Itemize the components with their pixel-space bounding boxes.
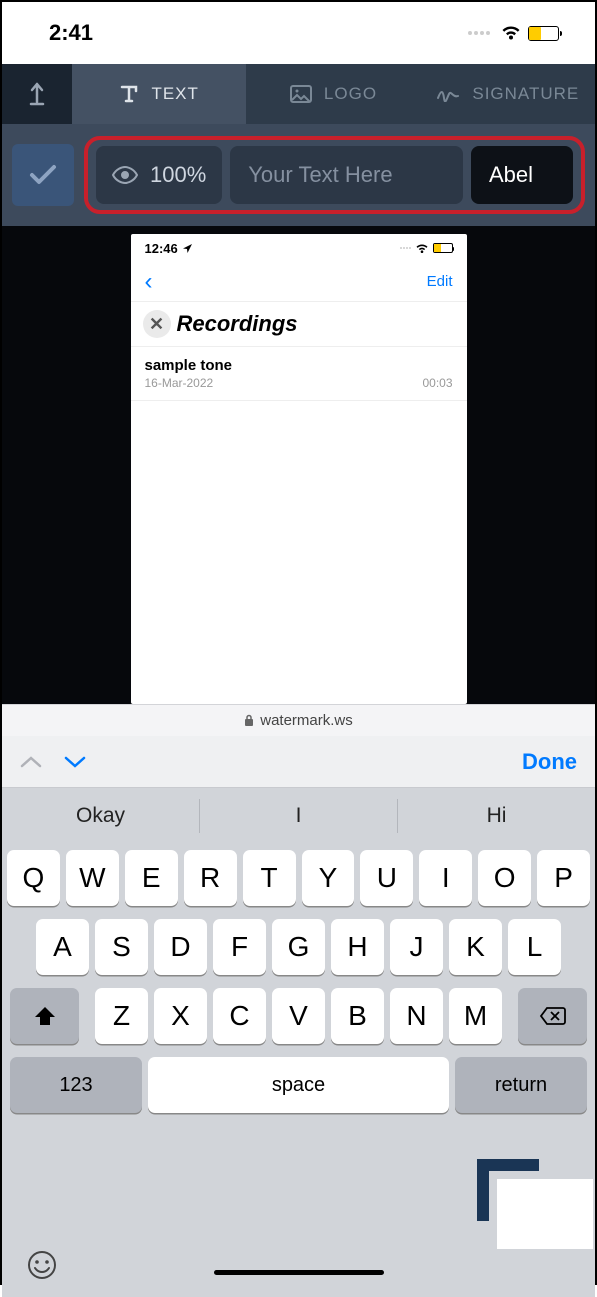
- key-backspace[interactable]: [518, 988, 587, 1044]
- key-j[interactable]: J: [390, 919, 443, 975]
- keyboard-row-1: Q W E R T Y U I O P: [7, 850, 590, 906]
- status-indicators: [468, 25, 559, 41]
- key-v[interactable]: V: [272, 988, 325, 1044]
- cell-signal-icon: [468, 31, 490, 35]
- browser-url-bar[interactable]: watermark.ws: [2, 704, 595, 736]
- preview-wifi-icon: [415, 243, 429, 254]
- highlighted-toolbar: 100% Your Text Here Abel: [84, 136, 585, 214]
- confirm-button[interactable]: [12, 144, 74, 206]
- watermark-text-input[interactable]: Your Text Here: [230, 146, 463, 204]
- eye-icon: [112, 166, 138, 184]
- key-shift[interactable]: [10, 988, 79, 1044]
- preview-time: 12:46: [145, 241, 178, 256]
- url-domain: watermark.ws: [260, 712, 353, 729]
- preview-item-date: 16-Mar-2022: [145, 376, 233, 390]
- emoji-icon[interactable]: [26, 1249, 58, 1281]
- close-icon: ✕: [143, 310, 171, 338]
- back-arrow-icon: [27, 82, 47, 106]
- preview-image: 12:46 ‹ Edit ✕ Recordings sample tone 16…: [131, 234, 467, 704]
- wifi-icon: [500, 25, 522, 41]
- text-placeholder: Your Text Here: [248, 162, 392, 188]
- suggestion-3[interactable]: Hi: [398, 799, 595, 833]
- key-b[interactable]: B: [331, 988, 384, 1044]
- image-icon: [290, 85, 312, 103]
- key-y[interactable]: Y: [302, 850, 355, 906]
- key-i[interactable]: I: [419, 850, 472, 906]
- key-123[interactable]: 123: [10, 1057, 142, 1113]
- tab-text-label: TEXT: [151, 84, 198, 104]
- keyboard-suggestions: Okay I Hi: [2, 788, 595, 844]
- key-a[interactable]: A: [36, 919, 89, 975]
- preview-edit-label: Edit: [427, 273, 453, 290]
- preview-back-icon: ‹: [145, 268, 153, 296]
- text-toolbar: 100% Your Text Here Abel: [2, 124, 595, 226]
- keyboard-row-2: A S D F G H J K L: [7, 919, 590, 975]
- key-w[interactable]: W: [66, 850, 119, 906]
- preview-battery-icon: [433, 243, 453, 253]
- preview-cell-icon: [400, 247, 411, 249]
- lock-icon: [244, 714, 254, 727]
- opacity-control[interactable]: 100%: [96, 146, 222, 204]
- preview-nav-bar: ‹ Edit: [131, 262, 467, 302]
- tab-signature[interactable]: SIGNATURE: [421, 64, 595, 124]
- watermark-logo: [497, 1179, 593, 1249]
- tab-logo-label: LOGO: [324, 84, 377, 104]
- tab-logo[interactable]: LOGO: [246, 64, 420, 124]
- key-t[interactable]: T: [243, 850, 296, 906]
- key-g[interactable]: G: [272, 919, 325, 975]
- key-h[interactable]: H: [331, 919, 384, 975]
- shift-icon: [33, 1005, 57, 1027]
- keyboard-accessory-bar: Done: [2, 736, 595, 788]
- canvas-area[interactable]: 12:46 ‹ Edit ✕ Recordings sample tone 16…: [2, 226, 595, 704]
- preview-title: Recordings: [177, 311, 298, 337]
- key-m[interactable]: M: [449, 988, 502, 1044]
- back-button[interactable]: [2, 64, 72, 124]
- battery-icon: [528, 26, 559, 41]
- key-k[interactable]: K: [449, 919, 502, 975]
- chevron-up-icon[interactable]: [20, 755, 42, 769]
- key-n[interactable]: N: [390, 988, 443, 1044]
- check-icon: [29, 164, 57, 186]
- key-p[interactable]: P: [537, 850, 590, 906]
- font-selector[interactable]: Abel: [471, 146, 573, 204]
- home-indicator[interactable]: [214, 1270, 384, 1275]
- preview-status-bar: 12:46: [131, 234, 467, 262]
- suggestion-2[interactable]: I: [200, 799, 398, 833]
- key-d[interactable]: D: [154, 919, 207, 975]
- preview-title-row: ✕ Recordings: [131, 302, 467, 347]
- tab-text[interactable]: TEXT: [72, 64, 246, 124]
- opacity-value: 100%: [150, 162, 206, 188]
- text-icon: [119, 84, 139, 104]
- key-r[interactable]: R: [184, 850, 237, 906]
- chevron-down-icon[interactable]: [64, 755, 86, 769]
- preview-item-duration: 00:03: [422, 376, 452, 390]
- key-c[interactable]: C: [213, 988, 266, 1044]
- preview-list-item: sample tone 16-Mar-2022 00:03: [131, 347, 467, 401]
- key-l[interactable]: L: [508, 919, 561, 975]
- key-z[interactable]: Z: [95, 988, 148, 1044]
- key-return[interactable]: return: [455, 1057, 587, 1113]
- tab-signature-label: SIGNATURE: [472, 84, 579, 104]
- key-space[interactable]: space: [148, 1057, 449, 1113]
- keyboard-row-3: Z X C V B N M: [7, 988, 590, 1044]
- font-name: Abel: [489, 162, 533, 188]
- location-icon: [182, 243, 193, 254]
- key-u[interactable]: U: [360, 850, 413, 906]
- key-x[interactable]: X: [154, 988, 207, 1044]
- suggestion-1[interactable]: Okay: [2, 799, 200, 833]
- done-button[interactable]: Done: [522, 749, 577, 775]
- preview-item-name: sample tone: [145, 357, 233, 374]
- backspace-icon: [539, 1006, 567, 1026]
- key-s[interactable]: S: [95, 919, 148, 975]
- mode-tabs: TEXT LOGO SIGNATURE: [2, 64, 595, 124]
- key-o[interactable]: O: [478, 850, 531, 906]
- device-status-bar: 2:41: [2, 2, 595, 64]
- key-q[interactable]: Q: [7, 850, 60, 906]
- status-time: 2:41: [49, 20, 93, 46]
- key-f[interactable]: F: [213, 919, 266, 975]
- key-e[interactable]: E: [125, 850, 178, 906]
- signature-icon: [436, 86, 460, 102]
- keyboard-row-4: 123 space return: [7, 1057, 590, 1113]
